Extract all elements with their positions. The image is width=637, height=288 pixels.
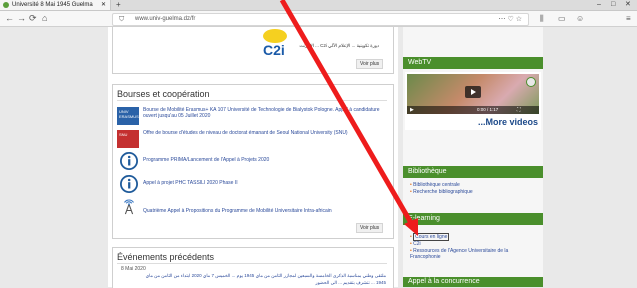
red-arrow-icon (279, 0, 418, 236)
